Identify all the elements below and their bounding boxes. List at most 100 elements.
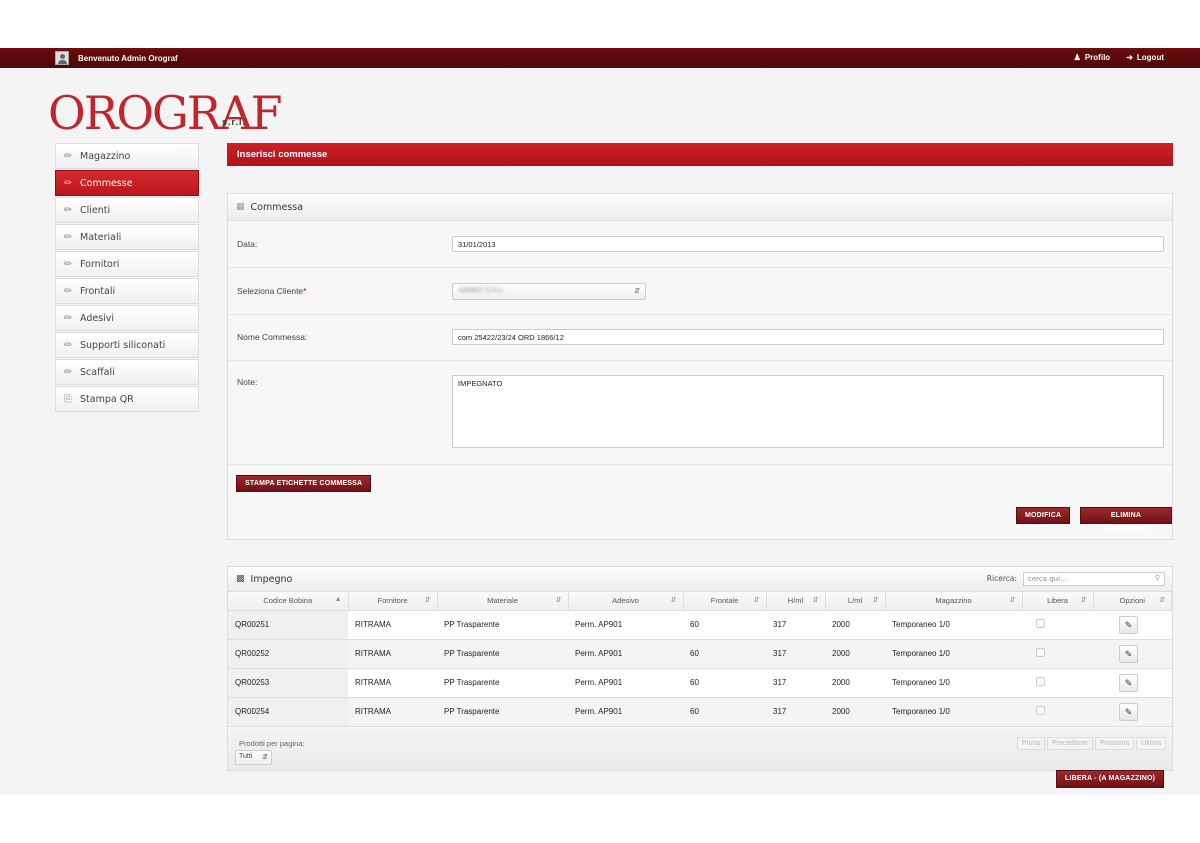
first-page-button[interactable]: Prima [1016,737,1046,750]
column-label: Codice Bobina [263,596,313,606]
codice-cell: QR00253 [228,668,348,698]
profile-label: Profilo [1084,53,1111,62]
libera-checkbox[interactable] [1036,648,1045,657]
sidebar-item-label: Magazzino [80,150,131,162]
edit-button[interactable]: ✎ [1119,615,1138,634]
next-page-button[interactable]: Prossima [1094,737,1135,750]
nome-commessa-input[interactable]: com 25422/23/24 ORD 1866/12 [452,329,1164,345]
search-input[interactable]: cerca qui... ⚲ [1023,572,1165,586]
sidebar-item-commesse[interactable]: ✏ Commesse [55,170,199,196]
pagination: Prima Precedente Prossima Ultima [1016,737,1166,750]
page-title: Inserisci commesse [227,143,1173,166]
fornitore-cell: RITRAMA [348,668,437,698]
search-label: Ricerca: [986,574,1017,583]
hml-cell: 317 [766,697,825,727]
sidebar-item-materiali[interactable]: ✏ Materiali [55,224,199,250]
libera-checkbox[interactable] [1036,706,1045,715]
sidebar-item-supporti[interactable]: ✏ Supporti siliconati [55,332,199,358]
pencil-icon: ✏ [64,285,73,297]
hml-cell: 317 [766,668,825,698]
sidebar-item-clienti[interactable]: ✏ Clienti [55,197,199,223]
pencil-icon: ✏ [64,231,73,243]
column-label: H/ml [787,596,804,606]
per-page-value: Tutti [239,753,253,760]
column-header[interactable]: H/ml ⇵ [766,592,826,611]
sidebar-item-label: Materiali [80,231,122,243]
column-label: L/ml [847,596,863,606]
materiale-cell: PP Trasparente [437,610,568,640]
welcome-text: Benvenuto Admin Orograf [78,53,178,63]
select-arrows-icon: ⇵ [262,754,268,761]
pencil-icon: ✎ [1124,648,1133,659]
column-header[interactable]: Libera ⇵ [1022,592,1094,611]
libera-magazzino-button[interactable]: LIBERA - (A MAGAZZINO) [1056,770,1165,788]
per-page-select[interactable]: Tutti ⇵ [235,750,272,765]
materiale-cell: PP Trasparente [437,668,568,698]
magazzino-cell: Temporaneo 1/0 [885,639,1022,669]
libera-checkbox[interactable] [1036,677,1045,686]
column-header[interactable]: Opzioni ⇵ [1093,592,1172,611]
modifica-button[interactable]: MODIFICA [1016,507,1071,524]
sidebar: ✏ Magazzino ✏ Commesse ✏ Clienti ✏ Materiali… [55,143,199,413]
column-header[interactable]: Materiale ⇵ [437,592,569,611]
sidebar-item-stampa-qr[interactable]: ⎘ Stampa QR [55,386,199,412]
sort-icon: ⇵ [555,597,562,604]
data-input[interactable]: 31/01/2013 [452,236,1164,252]
sidebar-item-adesivi[interactable]: ✏ Adesivi [55,305,199,331]
fornitore-cell: RITRAMA [348,639,437,669]
fornitore-cell: RITRAMA [348,697,437,727]
impegno-table: Codice Bobina ▲ Fornitore ⇵ Materiale ⇵ Ade… [228,592,1172,727]
sort-asc-icon: ▲ [334,596,342,603]
last-page-button[interactable]: Ultima [1136,737,1166,750]
libera-cell [1022,697,1093,727]
sidebar-item-magazzino[interactable]: ✏ Magazzino [55,143,199,169]
commessa-panel-header: ▦ Commessa [228,194,1172,221]
stampa-etichette-button[interactable]: STAMPA ETICHETTE COMMESSA [236,475,372,492]
opzioni-cell: ✎ [1093,610,1172,640]
column-header[interactable]: L/ml ⇵ [825,592,886,611]
sidebar-item-label: Fornitori [80,258,120,270]
lml-cell: 2000 [825,610,885,640]
libera-checkbox[interactable] [1036,619,1045,628]
column-header[interactable]: Fornitore ⇵ [348,592,438,611]
edit-button[interactable]: ✎ [1119,702,1138,721]
column-header[interactable]: Frontale ⇵ [683,592,767,611]
pencil-icon: ✎ [1124,706,1133,717]
sidebar-item-frontali[interactable]: ✏ Frontali [55,278,199,304]
column-header[interactable]: Codice Bobina ▲ [228,592,349,611]
libera-cell [1022,639,1093,669]
sidebar-item-fornitori[interactable]: ✏ Fornitori [55,251,199,277]
panel-title: Commessa [250,201,304,213]
codice-cell: QR00254 [228,697,348,727]
nome-row: Nome Commessa: com 25422/23/24 ORD 1866/… [228,315,1172,361]
logout-link[interactable]: ➜ Logout [1126,53,1164,62]
opzioni-cell: ✎ [1093,697,1172,727]
profile-link[interactable]: ♟ Profilo [1074,53,1111,62]
sort-icon: ⇵ [812,597,819,604]
print-icon: ⎘ [64,393,72,405]
column-header[interactable]: Adesivo ⇵ [568,592,684,611]
lml-cell: 2000 [825,668,885,698]
sort-icon: ⇵ [753,597,760,604]
magazzino-cell: Temporaneo 1/0 [885,668,1022,698]
edit-button[interactable]: ✎ [1119,673,1138,692]
sort-icon: ⇵ [1080,597,1087,604]
sidebar-item-label: Commesse [80,177,133,189]
logout-label: Logout [1136,53,1164,62]
edit-button[interactable]: ✎ [1119,644,1138,663]
column-label: Adesivo [612,596,639,606]
sidebar-item-scaffali[interactable]: ✏ Scaffali [55,359,199,385]
codice-cell: QR00252 [228,639,348,669]
elimina-commessa-button[interactable]: ELIMINA COMMESSA [1080,507,1172,534]
pencil-icon: ✎ [1124,677,1133,688]
sort-icon: ⇵ [1009,597,1016,604]
table-row: QR00251 RITRAMA PP Trasparente Perm. AP9… [228,610,1172,640]
data-row: Data: 31/01/2013 [228,222,1172,268]
user-icon: ♟ [1073,53,1081,62]
prev-page-button[interactable]: Precedente [1047,737,1093,750]
user-welcome: Benvenuto Admin Orograf [55,51,178,65]
cliente-select[interactable]: GANNY S.R.L. ⇵ [452,283,646,300]
column-header[interactable]: Magazzino ⇵ [885,592,1023,611]
note-textarea[interactable]: IMPEGNATO [452,375,1164,448]
libera-cell [1022,668,1093,698]
